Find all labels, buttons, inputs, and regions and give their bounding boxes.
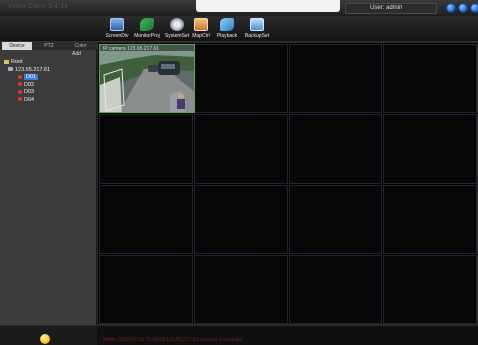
video-cell[interactable]: [99, 254, 193, 324]
app-title: Video Client 3.4.14: [8, 4, 69, 10]
map-icon: [194, 18, 208, 31]
video-cell[interactable]: [193, 184, 288, 254]
mapctrl-button[interactable]: MapCtrl: [190, 18, 212, 39]
alarm-bulb-icon: [40, 334, 50, 344]
tree-item-channel[interactable]: D02: [4, 82, 50, 90]
screen-division-icon: [110, 18, 124, 31]
camera-channel-icon: [18, 89, 22, 94]
video-cell[interactable]: [99, 114, 193, 184]
backup-icon: [250, 18, 264, 31]
backupset-button[interactable]: BackupSet: [243, 18, 271, 39]
tree-item-channel[interactable]: D01: [4, 74, 50, 82]
status-bar: Notify: 2013-07-16 15:08:03 123.65.217.6…: [0, 325, 478, 345]
monitorproj-button[interactable]: MonitorProj: [132, 18, 162, 39]
video-cell[interactable]: [99, 184, 193, 254]
maximize-icon[interactable]: [458, 3, 468, 13]
system-settings-icon: [170, 18, 184, 31]
camera-feed-image: [100, 45, 194, 112]
camera-label: IP camera 123.65.217.61: [103, 46, 160, 52]
folder-icon: [4, 59, 9, 64]
video-cell[interactable]: [288, 184, 383, 254]
playback-button[interactable]: Playback: [214, 18, 240, 39]
status-left-panel: [0, 326, 97, 345]
minimize-icon[interactable]: [446, 3, 456, 13]
video-cell[interactable]: [193, 44, 288, 114]
tree-item-root[interactable]: Root: [4, 59, 50, 67]
playback-icon: [220, 18, 234, 31]
video-cell[interactable]: [383, 44, 477, 114]
monitor-project-icon: [140, 18, 154, 31]
camera-channel-icon: [18, 97, 22, 102]
tab-color[interactable]: Color: [66, 42, 95, 50]
video-cell[interactable]: [383, 184, 477, 254]
tree-item-channel[interactable]: D04: [4, 97, 50, 105]
dvr-device-icon: [8, 67, 13, 72]
video-cell[interactable]: [288, 114, 383, 184]
top-tab-strip: [196, 0, 340, 12]
notify-message: Notify: 2013-07-16 15:08:03 123.65.217.6…: [103, 337, 244, 343]
user-info: User: admin: [345, 3, 437, 14]
tree-item-device[interactable]: 123.65.217.61: [4, 67, 50, 75]
device-sidebar: Device PTZ Color Add Root 123.65.217.61 …: [0, 42, 97, 325]
video-cell[interactable]: [383, 114, 477, 184]
video-cell[interactable]: [193, 254, 288, 324]
main-toolbar: ScreenDiv MonitorProj SystemSet MapCtrl …: [0, 16, 478, 42]
video-cell-active[interactable]: IP camera 123.65.217.61: [99, 44, 195, 113]
screendiv-button[interactable]: ScreenDiv: [104, 18, 130, 39]
add-device-link[interactable]: Add: [72, 51, 81, 57]
tab-ptz[interactable]: PTZ: [34, 42, 64, 50]
camera-channel-icon: [18, 82, 22, 87]
systemset-button[interactable]: SystemSet: [163, 18, 191, 39]
camera-channel-icon: [18, 74, 22, 79]
title-bar: Video Client 3.4.14 User: admin: [0, 0, 478, 16]
tab-device[interactable]: Device: [2, 42, 32, 50]
tree-item-channel[interactable]: D03: [4, 89, 50, 97]
video-cell[interactable]: [383, 254, 477, 324]
video-cell[interactable]: [288, 44, 383, 114]
video-cell[interactable]: [288, 254, 383, 324]
close-icon[interactable]: [470, 3, 478, 13]
device-tree: Root 123.65.217.61 D01 D02 D03 D04: [4, 59, 50, 104]
sidebar-tabs: Device PTZ Color: [0, 42, 97, 50]
video-grid: IP camera 123.65.217.61: [97, 42, 478, 325]
video-cell[interactable]: [193, 114, 288, 184]
